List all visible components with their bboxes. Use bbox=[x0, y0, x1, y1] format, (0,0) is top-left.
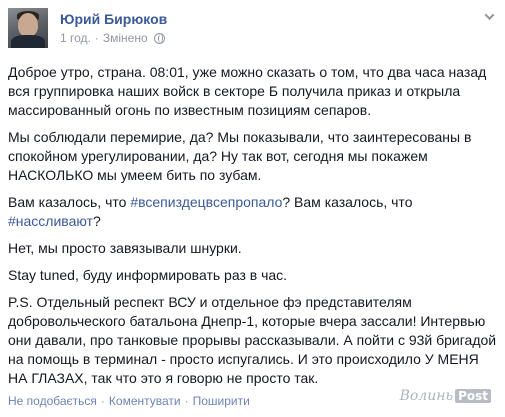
comment-link[interactable]: Коментувати bbox=[109, 394, 181, 408]
post-paragraph: Мы соблюдали перемирие, да? Мы показывал… bbox=[8, 128, 498, 185]
avatar-head bbox=[18, 13, 38, 37]
facebook-post: Юрий Бирюков 1 год. · Змінено Доброе утр… bbox=[0, 0, 505, 417]
like-link[interactable]: Не подобається bbox=[8, 394, 97, 408]
globe-icon[interactable] bbox=[153, 32, 165, 44]
hashtag-link[interactable]: #нассливают bbox=[8, 213, 93, 229]
post-header: Юрий Бирюков 1 год. · Змінено bbox=[8, 8, 497, 48]
paragraph-text: Вам казалось, что bbox=[8, 194, 131, 210]
hashtag-link[interactable]: #всепиздецвсепропало bbox=[130, 194, 282, 210]
paragraph-text: P.S. Отдельный респект ВСУ и отдельное ф… bbox=[8, 294, 497, 386]
author-name[interactable]: Юрий Бирюков bbox=[60, 11, 167, 27]
watermark-text: Волинь bbox=[399, 388, 454, 404]
post-time[interactable]: 1 год. bbox=[60, 31, 91, 45]
post-actions: Не подобається · Коментувати · Поширити bbox=[8, 394, 250, 408]
post-meta: 1 год. · Змінено bbox=[60, 31, 165, 45]
post-paragraph: Нет, мы просто завязывали шнурки. bbox=[8, 239, 498, 258]
share-link[interactable]: Поширити bbox=[193, 394, 250, 408]
post-paragraph: P.S. Отдельный респект ВСУ и отдельное ф… bbox=[8, 293, 498, 388]
avatar[interactable] bbox=[8, 8, 48, 48]
paragraph-text: ? Вам казалось, что bbox=[282, 194, 413, 210]
meta-separator: · bbox=[94, 31, 99, 45]
paragraph-text: Доброе утро, страна. 08:01, уже можно ск… bbox=[8, 64, 487, 118]
action-separator: · bbox=[184, 394, 189, 408]
paragraph-text: Нет, мы просто завязывали шнурки. bbox=[8, 240, 242, 256]
paragraph-text: Stay tuned, буду информировать раз в час… bbox=[8, 267, 288, 283]
paragraph-text: Мы соблюдали перемирие, да? Мы показывал… bbox=[8, 129, 472, 183]
avatar-body bbox=[11, 35, 45, 48]
post-body: Доброе утро, страна. 08:01, уже можно ск… bbox=[8, 63, 498, 396]
chevron-down-icon[interactable] bbox=[481, 8, 497, 24]
post-paragraph: Вам казалось, что #всепиздецвсепропало? … bbox=[8, 193, 498, 231]
watermark-logo: Волинь Post bbox=[400, 388, 491, 404]
edited-label[interactable]: Змінено bbox=[103, 31, 148, 45]
action-separator: · bbox=[100, 394, 105, 408]
paragraph-text: ? bbox=[92, 213, 101, 229]
post-paragraph: Доброе утро, страна. 08:01, уже можно ск… bbox=[8, 63, 498, 120]
watermark-box: Post bbox=[455, 389, 491, 403]
post-paragraph: Stay tuned, буду информировать раз в час… bbox=[8, 266, 498, 285]
